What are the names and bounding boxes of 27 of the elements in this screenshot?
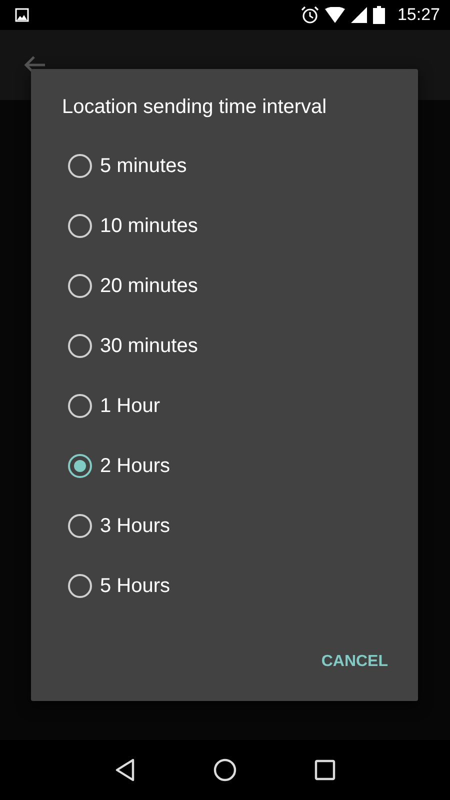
radio-button[interactable]	[68, 514, 92, 538]
cancel-button[interactable]: CANCEL	[313, 644, 396, 678]
option-label[interactable]: 30 minutes	[100, 334, 198, 358]
home-icon[interactable]	[212, 758, 237, 782]
image-icon	[15, 8, 29, 22]
option-label[interactable]: 10 minutes	[100, 214, 198, 238]
radio-button[interactable]	[68, 334, 92, 358]
option-label[interactable]: 3 Hours	[100, 514, 170, 538]
radio-button[interactable]	[68, 454, 92, 478]
radio-button[interactable]	[68, 274, 92, 298]
radio-button[interactable]	[68, 214, 92, 238]
wifi-icon	[325, 7, 346, 23]
option-label[interactable]: 20 minutes	[100, 274, 198, 298]
battery-icon	[373, 6, 386, 24]
clock-time: 15:27	[397, 5, 440, 25]
radio-button[interactable]	[68, 574, 92, 598]
dialog-title: Location sending time interval	[61, 95, 328, 120]
recents-icon[interactable]	[314, 759, 336, 781]
radio-button[interactable]	[68, 154, 92, 178]
signal-icon	[351, 7, 368, 23]
option-label[interactable]: 2 Hours	[100, 454, 170, 478]
radio-button[interactable]	[68, 394, 92, 418]
option-label[interactable]: 5 Hours	[100, 574, 170, 598]
back-icon[interactable]	[114, 758, 136, 782]
alarm-icon	[301, 6, 320, 24]
option-label[interactable]: 5 minutes	[100, 154, 187, 178]
option-label[interactable]: 1 Hour	[100, 394, 160, 418]
